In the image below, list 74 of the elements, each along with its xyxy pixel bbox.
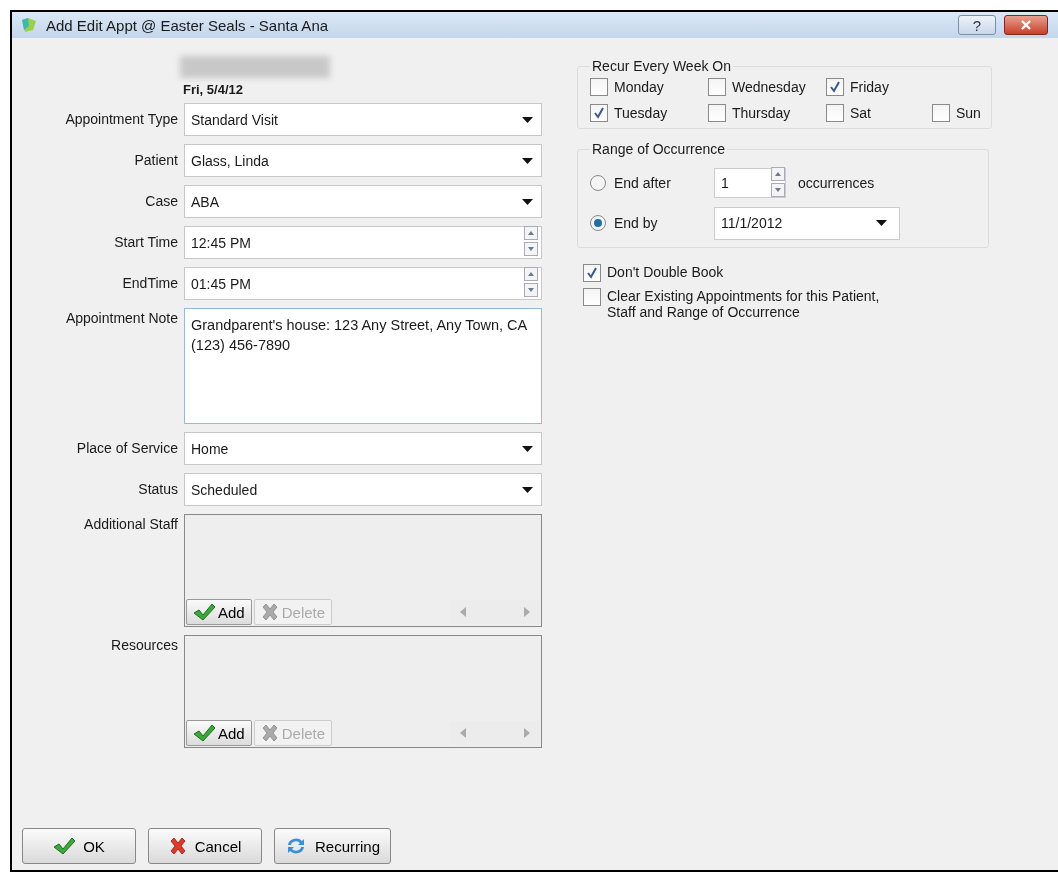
x-icon: [168, 837, 187, 855]
dropdown-field[interactable]: Home: [184, 432, 542, 465]
dropdown-caret-icon: [522, 198, 533, 205]
checkbox[interactable]: [583, 264, 601, 282]
checkbox[interactable]: [826, 104, 844, 122]
add-button[interactable]: Add: [186, 720, 252, 746]
field-label: Case: [144, 192, 178, 211]
field-label: EndTime: [121, 274, 178, 293]
date-dropdown[interactable]: 11/1/2012: [714, 206, 900, 240]
checkbox[interactable]: [708, 104, 726, 122]
dropdown-caret-icon: [522, 157, 533, 164]
checkmark-icon: [193, 724, 215, 742]
spinner-control[interactable]: [524, 226, 538, 259]
dropdown-field[interactable]: ABA: [184, 185, 542, 218]
dropdown-caret-icon: [876, 220, 887, 226]
field-label: Resources: [110, 636, 178, 655]
x-icon: [260, 724, 279, 742]
dropdown-field[interactable]: Scheduled: [184, 473, 542, 506]
checkbox[interactable]: [708, 78, 726, 96]
spinner-control[interactable]: [771, 166, 785, 200]
spinner-control[interactable]: [524, 267, 538, 300]
window-title: Add Edit Appt @ Easter Seals - Santa Ana: [46, 16, 330, 34]
radio-label: End after: [614, 175, 672, 191]
dropdown-caret-icon: [522, 486, 533, 493]
dropdown-field[interactable]: Standard Visit: [184, 103, 542, 136]
scroll-left-icon[interactable]: [460, 607, 466, 617]
field-label: Patient: [133, 151, 178, 170]
group-title: Range of Occurrence: [591, 141, 727, 157]
field-label: Status: [137, 480, 178, 499]
ok-button[interactable]: OK: [22, 828, 136, 864]
cancel-button[interactable]: Cancel: [148, 828, 262, 864]
group-title: Recur Every Week On: [591, 58, 732, 74]
suffix-label: occurrences: [798, 175, 875, 191]
checkbox-label: Clear Existing Appointments for this Patient, Staff and Range of Occurrence: [607, 288, 881, 320]
field-label: Appointment Type: [64, 110, 178, 129]
close-icon: [1020, 19, 1032, 31]
checkbox-label: Tuesday: [614, 105, 668, 121]
close-button[interactable]: [1004, 15, 1048, 35]
help-button[interactable]: ?: [958, 15, 996, 35]
app-logo-icon: [20, 17, 38, 33]
field-label: Additional Staff: [83, 515, 178, 534]
field-label: Appointment Note: [64, 309, 178, 328]
checkbox-label: Wednesday: [732, 79, 806, 95]
x-icon: [260, 603, 279, 621]
radio-button[interactable]: [590, 175, 606, 191]
count-field[interactable]: 1: [721, 175, 729, 191]
recurring-button[interactable]: Recurring: [274, 828, 392, 864]
radio-label: End by: [614, 215, 659, 231]
radio-button[interactable]: [590, 215, 606, 231]
dropdown-caret-icon: [522, 445, 533, 452]
field-label: Place of Service: [75, 439, 178, 458]
checkbox-label: Don't Double Book: [607, 264, 725, 280]
checkbox-label: Thursday: [732, 105, 791, 121]
add-button[interactable]: Add: [186, 599, 252, 625]
field-label: Start Time: [113, 233, 178, 252]
checkbox[interactable]: [826, 78, 844, 96]
checkbox-label: Friday: [850, 79, 889, 95]
dropdown-caret-icon: [522, 116, 533, 123]
checkbox-label: Monday: [614, 79, 664, 95]
checkmark-icon: [193, 603, 215, 621]
checkbox[interactable]: [590, 104, 608, 122]
checkbox[interactable]: [932, 104, 950, 122]
checkbox-label: Sat: [850, 105, 871, 121]
date-heading: Fri, 5/4/12: [183, 82, 244, 97]
checkbox-label: Sun: [956, 105, 981, 121]
scroll-right-icon[interactable]: [524, 728, 530, 738]
refresh-icon: [285, 836, 307, 856]
scroll-left-icon[interactable]: [460, 728, 466, 738]
checkbox[interactable]: [583, 288, 601, 306]
checkbox[interactable]: [590, 78, 608, 96]
checkmark-icon: [53, 837, 76, 855]
dropdown-field[interactable]: Glass, Linda: [184, 144, 542, 177]
scroll-right-icon[interactable]: [524, 607, 530, 617]
note-field[interactable]: Grandparent's house: 123 Any Street, Any Town, CA (123) 456-7890: [184, 308, 542, 424]
